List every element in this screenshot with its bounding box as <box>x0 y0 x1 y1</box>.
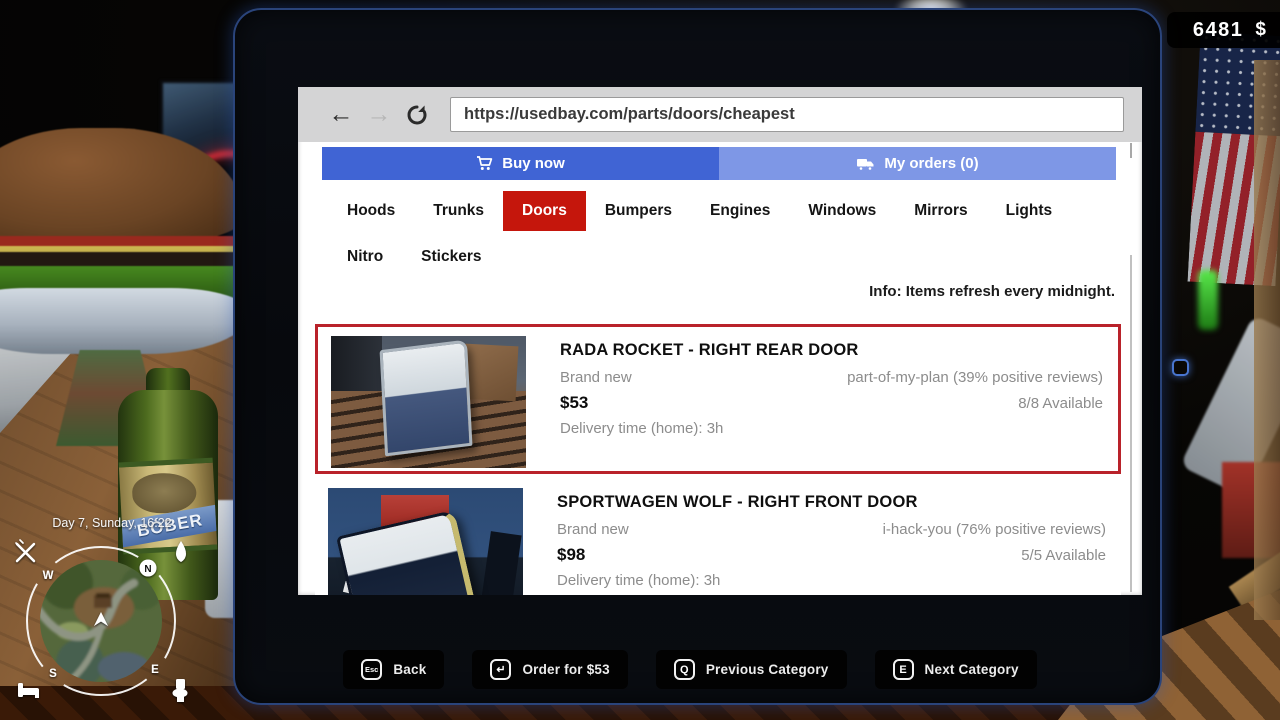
tab-hoods[interactable]: Hoods <box>328 191 414 231</box>
item-delivery: Delivery time (home): 3h <box>557 572 1106 589</box>
burger-prop <box>0 128 250 396</box>
tab-windows[interactable]: Windows <box>789 191 895 231</box>
game-screen: BÓBER ← → <box>0 0 1280 720</box>
tab-bumpers[interactable]: Bumpers <box>586 191 691 231</box>
item-photo <box>331 336 526 468</box>
hotkey-back[interactable]: Esc Back <box>343 650 444 689</box>
tab-row-1: Hoods Trunks Doors Bumpers Engines Windo… <box>328 188 1112 234</box>
item-availability: 5/5 Available <box>1021 547 1106 564</box>
photo-board <box>462 344 517 402</box>
item-title: SPORTWAGEN WOLF - RIGHT FRONT DOOR <box>557 493 1106 512</box>
hotkey-order[interactable]: ↵ Order for $53 <box>472 650 627 689</box>
tablet-device: ← → Buy now <box>233 8 1162 705</box>
compass-north: N <box>144 564 151 575</box>
tab-row-2: Nitro Stickers <box>328 234 1112 280</box>
item-availability: 8/8 Available <box>1018 395 1103 412</box>
item-title: RADA ROCKET - RIGHT REAR DOOR <box>560 341 1103 360</box>
forward-arrow-icon[interactable]: → <box>364 100 394 130</box>
minimap-hud: Day 7, Sunday, 16:22 <box>12 513 197 718</box>
my-orders-button[interactable]: My orders (0) <box>719 147 1116 180</box>
hotkey-previous-category[interactable]: Q Previous Category <box>656 650 847 689</box>
tab-stickers[interactable]: Stickers <box>402 237 500 277</box>
green-neon-prop <box>1198 270 1218 330</box>
tab-nitro[interactable]: Nitro <box>328 237 402 277</box>
money-counter: 6481 $ <box>1167 12 1280 48</box>
cart-icon <box>476 156 493 171</box>
compass-west: W <box>43 570 54 582</box>
money-value: 6481 <box>1193 19 1244 42</box>
item-listing-sportwagen-wolf[interactable]: SPORTWAGEN WOLF - RIGHT FRONT DOOR Brand… <box>315 479 1121 595</box>
browser-toolbar: ← → <box>298 87 1142 142</box>
refresh-icon[interactable] <box>402 100 432 130</box>
scrollbar[interactable] <box>1130 143 1132 158</box>
tab-trunks[interactable]: Trunks <box>414 191 503 231</box>
my-orders-label: My orders (0) <box>884 155 978 172</box>
hotkey-bar: Esc Back ↵ Order for $53 Q Previous Cate… <box>343 650 1037 689</box>
item-photo <box>328 488 523 595</box>
truck-icon <box>856 157 875 171</box>
hotkey-label: Back <box>393 662 426 677</box>
url-bar[interactable] <box>450 97 1124 132</box>
hotkey-label: Previous Category <box>706 662 829 677</box>
esc-key-icon: Esc <box>361 659 382 680</box>
hotkey-label: Order for $53 <box>522 662 609 677</box>
item-condition: Brand new <box>557 521 629 538</box>
sleep-icon <box>18 683 39 698</box>
item-details: RADA ROCKET - RIGHT REAR DOOR Brand new … <box>526 336 1105 462</box>
scrollbar[interactable] <box>1130 255 1132 592</box>
item-seller: i-hack-you (76% positive reviews) <box>883 521 1106 538</box>
tablet-home-button[interactable] <box>1172 359 1189 376</box>
hotkey-next-category[interactable]: E Next Category <box>875 650 1037 689</box>
item-listing-rada-rocket[interactable]: RADA ROCKET - RIGHT REAR DOOR Brand new … <box>315 324 1121 474</box>
item-condition: Brand new <box>560 369 632 386</box>
compass-south: S <box>49 668 57 680</box>
photo-car-door <box>336 510 477 595</box>
tab-lights[interactable]: Lights <box>987 191 1072 231</box>
q-key-icon: Q <box>674 659 695 680</box>
dollar-icon: $ <box>1255 19 1266 41</box>
game-datetime: Day 7, Sunday, 16:22 <box>52 516 171 530</box>
enter-key-icon: ↵ <box>490 659 511 680</box>
thirst-icon <box>176 541 186 562</box>
burger-bun-top <box>0 128 244 246</box>
tab-doors[interactable]: Doors <box>503 191 586 231</box>
item-delivery: Delivery time (home): 3h <box>560 420 1103 437</box>
back-arrow-icon[interactable]: ← <box>326 100 356 130</box>
beaver-illustration <box>131 472 197 515</box>
compass-east: E <box>151 664 159 676</box>
tab-mirrors[interactable]: Mirrors <box>895 191 986 231</box>
buy-now-label: Buy now <box>502 155 565 172</box>
category-tabs: Hoods Trunks Doors Bumpers Engines Windo… <box>328 188 1112 280</box>
browser-screen: ← → Buy now <box>298 87 1142 595</box>
toilet-icon <box>173 679 188 702</box>
item-price: $98 <box>557 545 585 565</box>
item-details: SPORTWAGEN WOLF - RIGHT FRONT DOOR Brand… <box>523 488 1108 595</box>
e-key-icon: E <box>893 659 914 680</box>
wood-post-prop <box>1254 60 1280 620</box>
item-price: $53 <box>560 393 588 413</box>
refresh-info-text: Info: Items refresh every midnight. <box>869 283 1115 300</box>
item-seller: part-of-my-plan (39% positive reviews) <box>847 369 1103 386</box>
tab-engines[interactable]: Engines <box>691 191 789 231</box>
photo-chair <box>481 531 521 595</box>
shop-nav: Buy now My orders (0) <box>322 147 1116 180</box>
photo-car-door <box>379 340 472 456</box>
hunger-icon <box>16 540 34 561</box>
burger-bun-bottom <box>0 288 250 354</box>
hotkey-label: Next Category <box>925 662 1019 677</box>
buy-now-button[interactable]: Buy now <box>322 147 719 180</box>
